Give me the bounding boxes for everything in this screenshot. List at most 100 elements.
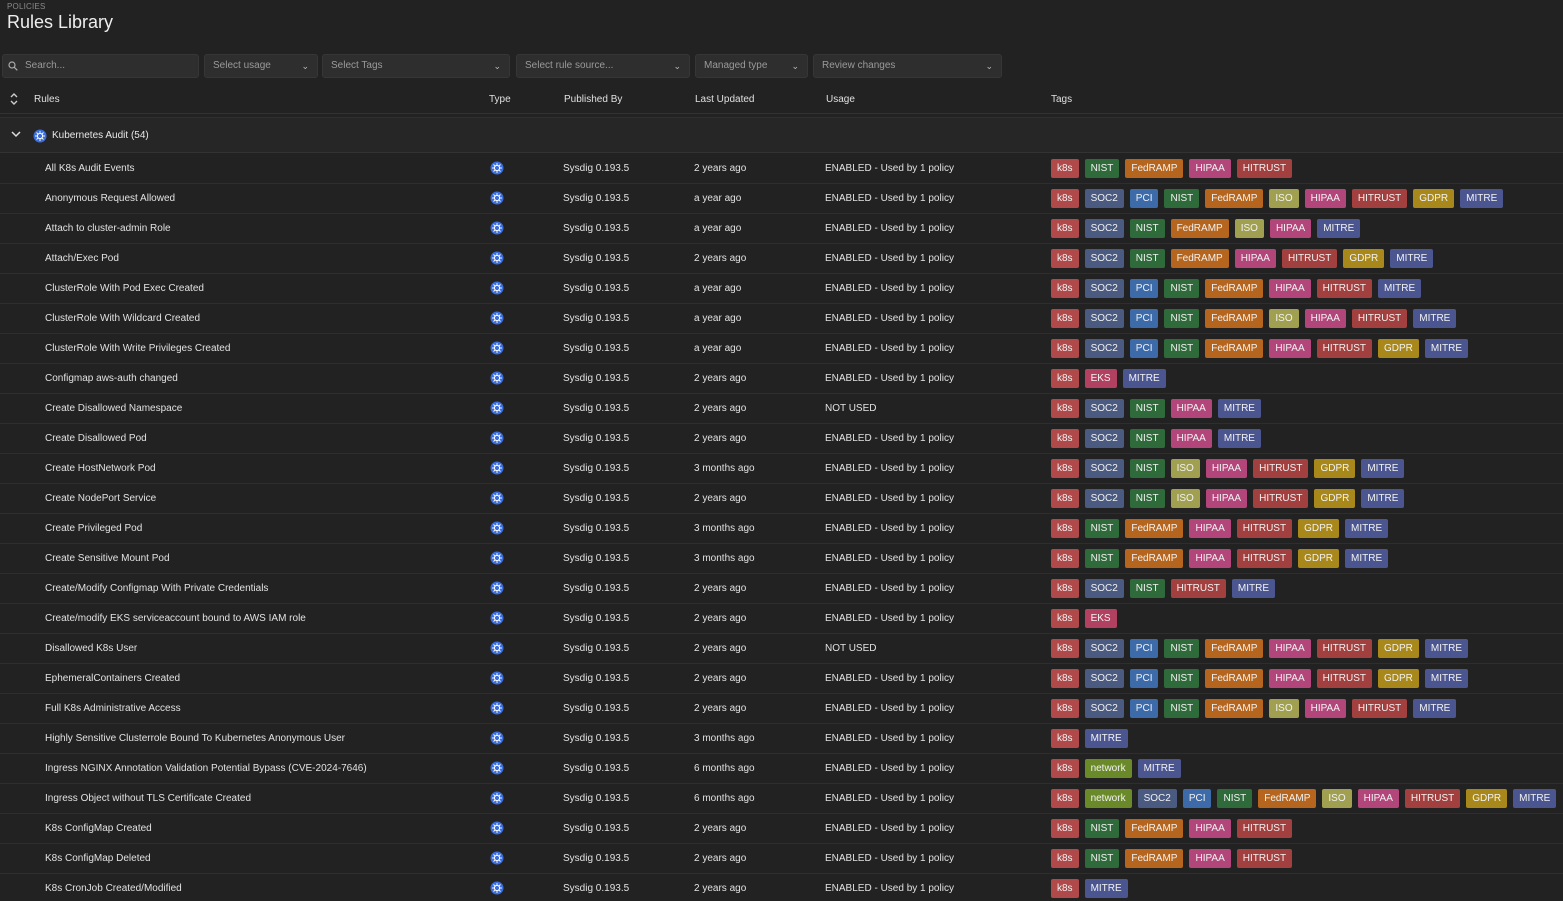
table-row[interactable]: Ingress NGINX Annotation Validation Pote…: [0, 754, 1563, 784]
tag-badge[interactable]: k8s: [1051, 369, 1079, 388]
rule-name[interactable]: Highly Sensitive Clusterrole Bound To Ku…: [45, 733, 345, 744]
tag-badge[interactable]: HITRUST: [1236, 819, 1293, 838]
rule-name[interactable]: ClusterRole With Write Privileges Create…: [45, 343, 230, 354]
tag-badge[interactable]: ISO: [1234, 219, 1264, 238]
tag-badge[interactable]: HIPAA: [1269, 279, 1311, 298]
tag-badge[interactable]: k8s: [1051, 759, 1079, 778]
tag-badge[interactable]: k8s: [1051, 219, 1079, 238]
rule-name[interactable]: ClusterRole With Pod Exec Created: [45, 283, 204, 294]
tag-badge[interactable]: HIPAA: [1304, 189, 1346, 208]
tag-badge[interactable]: ISO: [1170, 459, 1200, 478]
tag-badge[interactable]: NIST: [1084, 519, 1120, 538]
tag-badge[interactable]: HITRUST: [1316, 279, 1372, 298]
rule-name[interactable]: Create/modify EKS serviceaccount bound t…: [45, 613, 306, 624]
tag-badge[interactable]: MITRE: [1345, 549, 1389, 568]
tag-badge[interactable]: SOC2: [1084, 249, 1124, 268]
rule-name[interactable]: EphemeralContainers Created: [45, 673, 180, 684]
rule-name[interactable]: Attach to cluster-admin Role: [45, 223, 171, 234]
tag-badge[interactable]: SOC2: [1084, 639, 1124, 658]
table-row[interactable]: ClusterRole With Wildcard Created Sysdig …: [0, 304, 1563, 334]
tag-badge[interactable]: PCI: [1129, 639, 1159, 658]
tag-badge[interactable]: k8s: [1051, 879, 1079, 898]
tag-badge[interactable]: NIST: [1084, 549, 1120, 568]
tags-select[interactable]: Select Tags ⌄: [322, 54, 510, 78]
tag-badge[interactable]: MITRE: [1390, 249, 1434, 268]
rule-name[interactable]: Create NodePort Service: [45, 493, 156, 504]
tag-badge[interactable]: NIST: [1129, 399, 1165, 418]
tag-badge[interactable]: k8s: [1051, 459, 1079, 478]
table-row[interactable]: Disallowed K8s User Sysdig 0.193.5 2 years…: [0, 634, 1563, 664]
rule-name[interactable]: Create Privileged Pod: [45, 523, 142, 534]
tag-badge[interactable]: MITRE: [1513, 789, 1557, 808]
column-header-published[interactable]: Published By: [564, 94, 622, 105]
tag-badge[interactable]: HIPAA: [1170, 429, 1212, 448]
rule-name[interactable]: K8s CronJob Created/Modified: [45, 883, 182, 894]
table-row[interactable]: ClusterRole With Write Privileges Create…: [0, 334, 1563, 364]
table-row[interactable]: Create Disallowed Pod Sysdig 0.193.5 2 yea…: [0, 424, 1563, 454]
table-row[interactable]: ClusterRole With Pod Exec Created Sysdig …: [0, 274, 1563, 304]
review-changes-select[interactable]: Review changes ⌄: [813, 54, 1002, 78]
table-row[interactable]: Create/Modify Configmap With Private Cre…: [0, 574, 1563, 604]
tag-badge[interactable]: k8s: [1051, 849, 1079, 868]
table-row[interactable]: Anonymous Request Allowed Sysdig 0.193.5 a…: [0, 184, 1563, 214]
table-row[interactable]: Attach/Exec Pod Sysdig 0.193.5 2 years ago…: [0, 244, 1563, 274]
tag-badge[interactable]: MITRE: [1345, 519, 1389, 538]
tag-badge[interactable]: FedRAMP: [1205, 189, 1264, 208]
tag-badge[interactable]: HIPAA: [1170, 399, 1212, 418]
tag-badge[interactable]: k8s: [1051, 549, 1079, 568]
table-row[interactable]: Create HostNetwork Pod Sysdig 0.193.5 3 mo…: [0, 454, 1563, 484]
tag-badge[interactable]: HIPAA: [1269, 639, 1311, 658]
tag-badge[interactable]: EKS: [1084, 609, 1117, 628]
tag-badge[interactable]: NIST: [1164, 639, 1200, 658]
tag-badge[interactable]: MITRE: [1424, 339, 1469, 358]
tag-badge[interactable]: FedRAMP: [1205, 309, 1264, 328]
tag-badge[interactable]: PCI: [1129, 189, 1159, 208]
tag-badge[interactable]: FedRAMP: [1170, 219, 1229, 238]
table-row[interactable]: Full K8s Administrative Access Sysdig 0.1…: [0, 694, 1563, 724]
tag-badge[interactable]: MITRE: [1084, 729, 1128, 748]
tag-badge[interactable]: SOC2: [1084, 489, 1124, 508]
tag-badge[interactable]: k8s: [1051, 489, 1079, 508]
tag-badge[interactable]: NIST: [1129, 579, 1165, 598]
tag-badge[interactable]: k8s: [1051, 279, 1079, 298]
tag-badge[interactable]: NIST: [1164, 279, 1200, 298]
tag-badge[interactable]: GDPR: [1378, 639, 1419, 658]
tag-badge[interactable]: SOC2: [1084, 279, 1124, 298]
tag-badge[interactable]: k8s: [1051, 669, 1079, 688]
tag-badge[interactable]: NIST: [1164, 309, 1200, 328]
tag-badge[interactable]: SOC2: [1084, 429, 1124, 448]
tag-badge[interactable]: EKS: [1084, 369, 1117, 388]
tag-badge[interactable]: FedRAMP: [1125, 549, 1184, 568]
expand-collapse-icon[interactable]: [8, 92, 20, 106]
tag-badge[interactable]: ISO: [1170, 489, 1200, 508]
table-row[interactable]: K8s ConfigMap Deleted Sysdig 0.193.5 2 yea…: [0, 844, 1563, 874]
tag-badge[interactable]: k8s: [1051, 309, 1079, 328]
tag-badge[interactable]: HIPAA: [1304, 309, 1346, 328]
tag-badge[interactable]: ISO: [1322, 789, 1352, 808]
table-row[interactable]: Create Disallowed Namespace Sysdig 0.193.…: [0, 394, 1563, 424]
tag-badge[interactable]: HIPAA: [1304, 699, 1346, 718]
tag-badge[interactable]: HIPAA: [1234, 249, 1276, 268]
table-row[interactable]: Highly Sensitive Clusterrole Bound To Ku…: [0, 724, 1563, 754]
tag-badge[interactable]: NIST: [1164, 669, 1200, 688]
tag-badge[interactable]: MITRE: [1361, 489, 1405, 508]
tag-badge[interactable]: SOC2: [1084, 339, 1124, 358]
tag-badge[interactable]: FedRAMP: [1125, 519, 1184, 538]
tag-badge[interactable]: SOC2: [1084, 699, 1124, 718]
tag-badge[interactable]: HIPAA: [1205, 459, 1248, 478]
tag-badge[interactable]: HITRUST: [1236, 849, 1293, 868]
tag-badge[interactable]: network: [1084, 759, 1132, 778]
tag-badge[interactable]: SOC2: [1137, 789, 1177, 808]
tag-badge[interactable]: FedRAMP: [1125, 849, 1184, 868]
tag-badge[interactable]: k8s: [1051, 579, 1079, 598]
tag-badge[interactable]: GDPR: [1298, 519, 1339, 538]
tag-badge[interactable]: FedRAMP: [1125, 159, 1184, 178]
rule-name[interactable]: K8s ConfigMap Created: [45, 823, 152, 834]
rule-name[interactable]: Disallowed K8s User: [45, 643, 137, 654]
tag-badge[interactable]: SOC2: [1084, 309, 1124, 328]
tag-badge[interactable]: k8s: [1051, 699, 1079, 718]
tag-badge[interactable]: HIPAA: [1189, 819, 1231, 838]
tag-badge[interactable]: GDPR: [1378, 669, 1419, 688]
tag-badge[interactable]: NIST: [1129, 249, 1165, 268]
tag-badge[interactable]: PCI: [1182, 789, 1212, 808]
